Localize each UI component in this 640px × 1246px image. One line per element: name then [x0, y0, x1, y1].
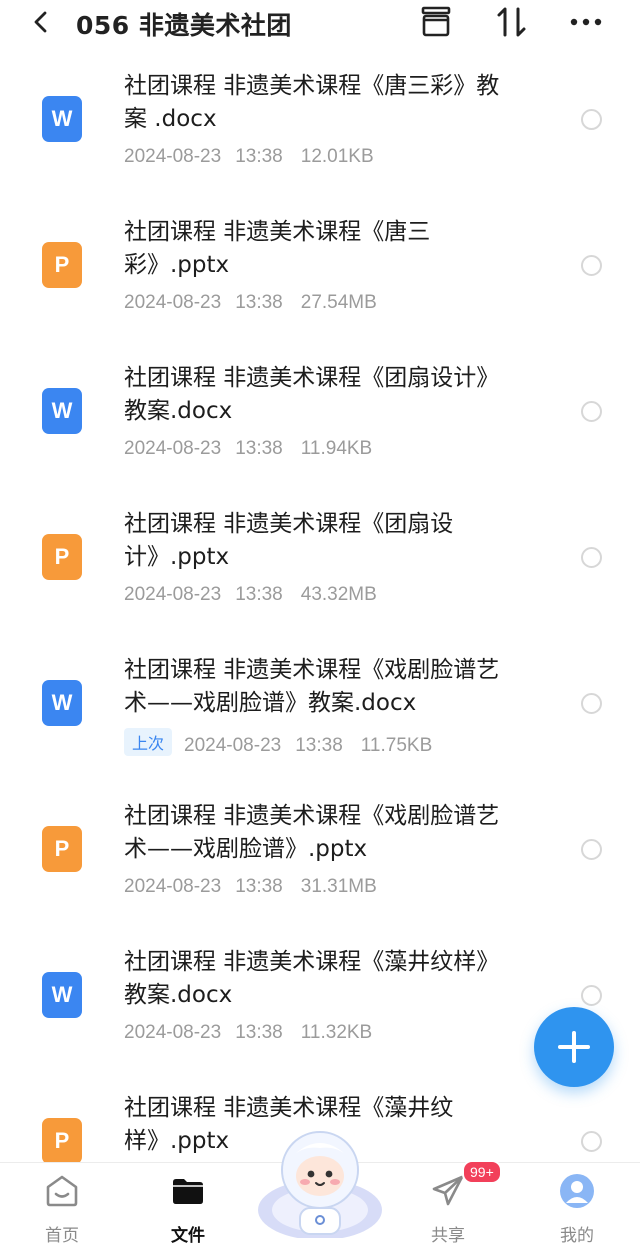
ppt-file-icon: P: [42, 242, 82, 288]
ppt-file-icon: P: [42, 826, 82, 872]
word-file-icon: W: [42, 972, 82, 1018]
file-name: 社团课程 非遗美术课程《团扇设计》 教案.docx: [124, 365, 500, 424]
tab-home[interactable]: 首页: [12, 1163, 112, 1246]
tab-files[interactable]: 文件: [138, 1163, 238, 1246]
share-notification-badge: 99+: [462, 1160, 502, 1184]
ppt-file-icon: P: [42, 1118, 82, 1164]
select-radio[interactable]: [581, 109, 602, 130]
plus-icon: [558, 1031, 590, 1063]
tab-profile[interactable]: 我的: [527, 1163, 627, 1246]
home-icon: [46, 1175, 78, 1207]
file-row[interactable]: W 社团课程 非遗美术课程《团扇设计》 教案.docx 2024-08-23 13:…: [0, 338, 640, 484]
file-row[interactable]: W 社团课程 非遗美术课程《戏剧脸谱艺 术——戏剧脸谱》教案.docx 上次 202…: [0, 630, 640, 776]
word-file-icon: W: [42, 680, 82, 726]
file-meta: 上次 2024-08-23 13:38 11.75KB: [124, 728, 432, 757]
word-file-icon: W: [42, 388, 82, 434]
file-meta: 2024-08-23 13:38 11.94KB: [124, 438, 373, 459]
more-icon[interactable]: [568, 4, 604, 40]
folder-icon: [173, 1179, 203, 1204]
select-radio[interactable]: [581, 255, 602, 276]
file-name: 社团课程 非遗美术课程《团扇设 计》.pptx: [124, 511, 454, 570]
file-meta: 2024-08-23 13:38 11.32KB: [124, 1022, 373, 1043]
select-radio[interactable]: [581, 401, 602, 422]
file-name: 社团课程 非遗美术课程《唐三 彩》.pptx: [124, 219, 431, 278]
file-row[interactable]: P 社团课程 非遗美术课程《戏剧脸谱艺 术——戏剧脸谱》.pptx 2024-08…: [0, 776, 640, 922]
page-title: 056 非遗美术社团: [76, 11, 292, 40]
file-meta: 2024-08-23 13:38 27.54MB: [124, 292, 377, 313]
file-name: 社团课程 非遗美术课程《唐三彩》教案 .docx: [124, 73, 500, 132]
file-name: 社团课程 非遗美术课程《戏剧脸谱艺 术——戏剧脸谱》.pptx: [124, 803, 500, 862]
select-radio[interactable]: [581, 839, 602, 860]
file-name: 社团课程 非遗美术课程《戏剧脸谱艺 术——戏剧脸谱》教案.docx: [124, 657, 500, 716]
file-meta: 2024-08-23 13:38 31.31MB: [124, 876, 377, 897]
profile-icon: [560, 1174, 594, 1208]
file-row[interactable]: P 社团课程 非遗美术课程《唐三 彩》.pptx 2024-08-23 13:38 2…: [0, 192, 640, 338]
file-meta: 2024-08-23 13:38 12.01KB: [124, 146, 374, 167]
last-opened-badge: 上次: [124, 728, 173, 756]
file-meta: 2024-08-23 13:38 43.32MB: [124, 584, 377, 605]
mascot-icon[interactable]: [255, 1126, 385, 1238]
file-row[interactable]: W 社团课程 非遗美术课程《唐三彩》教案 .docx 2024-08-23 13:…: [0, 46, 640, 192]
back-chevron-icon[interactable]: [30, 10, 54, 34]
add-button[interactable]: [534, 1007, 614, 1087]
select-radio[interactable]: [581, 693, 602, 714]
sort-icon[interactable]: [494, 4, 530, 40]
ppt-file-icon: P: [42, 534, 82, 580]
select-radio[interactable]: [581, 985, 602, 1006]
file-row[interactable]: P 社团课程 非遗美术课程《团扇设 计》.pptx 2024-08-23 13:38…: [0, 484, 640, 630]
top-bar: 056 非遗美术社团: [0, 0, 640, 46]
archive-icon[interactable]: [418, 4, 454, 40]
share-icon: [432, 1175, 464, 1206]
file-name: 社团课程 非遗美术课程《藻井纹样》 教案.docx: [124, 949, 500, 1008]
select-radio[interactable]: [581, 547, 602, 568]
word-file-icon: W: [42, 96, 82, 142]
select-radio[interactable]: [581, 1131, 602, 1152]
